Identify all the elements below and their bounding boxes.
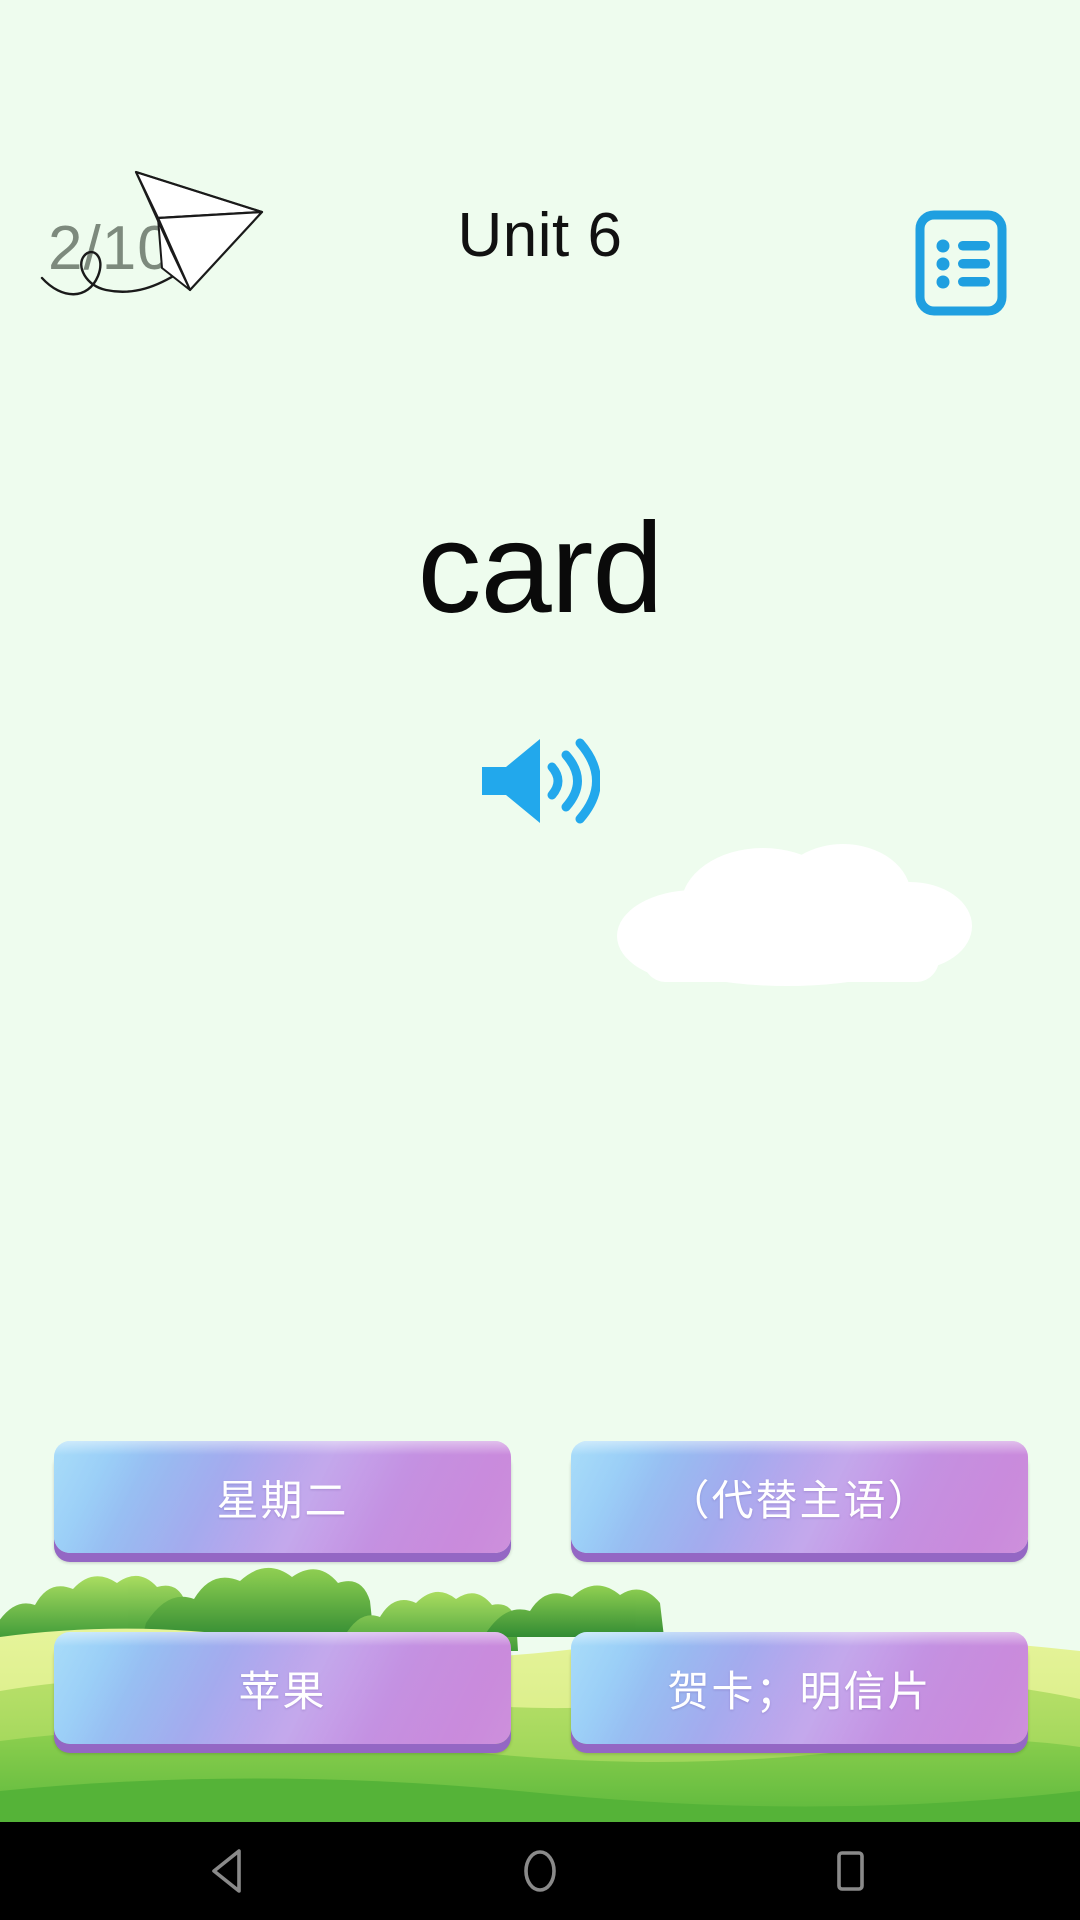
vocabulary-word: card [417, 497, 664, 640]
nav-home-button[interactable] [440, 1822, 640, 1920]
header-bar: 2/10 Unit 6 [0, 0, 1080, 360]
nav-spacer-1 [330, 1871, 440, 1872]
phone-screen: 2/10 Unit 6 card 星期二 （代替主语） 苹果 贺卡；明信片 [0, 0, 1080, 1920]
nav-back-button[interactable] [130, 1822, 330, 1920]
back-triangle-icon [212, 1849, 241, 1893]
answer-option-2-label: （代替主语） [667, 1475, 932, 1525]
speaker-icon [482, 738, 601, 824]
android-navigation-bar [0, 1822, 1080, 1920]
answer-option-2[interactable]: （代替主语） [571, 1441, 1028, 1553]
play-audio-button[interactable] [478, 735, 601, 827]
recents-square-icon [837, 1851, 864, 1891]
nav-spacer-2 [640, 1871, 750, 1872]
nav-recents-button[interactable] [750, 1822, 950, 1920]
answer-option-1[interactable]: 星期二 [54, 1441, 511, 1553]
cloud-icon [575, 818, 1000, 988]
answer-option-1-label: 星期二 [216, 1475, 349, 1525]
answer-option-4-label: 贺卡；明信片 [667, 1666, 932, 1716]
answer-option-3[interactable]: 苹果 [54, 1632, 511, 1744]
progress-counter: 2/10 [48, 214, 173, 283]
home-circle-icon [524, 1850, 556, 1892]
list-icon [915, 210, 1007, 316]
app-content: 2/10 Unit 6 card 星期二 （代替主语） 苹果 贺卡；明信片 [0, 0, 1080, 1822]
word-list-button[interactable] [915, 210, 1007, 316]
answer-option-3-label: 苹果 [238, 1666, 327, 1716]
answer-option-4[interactable]: 贺卡；明信片 [571, 1632, 1028, 1744]
